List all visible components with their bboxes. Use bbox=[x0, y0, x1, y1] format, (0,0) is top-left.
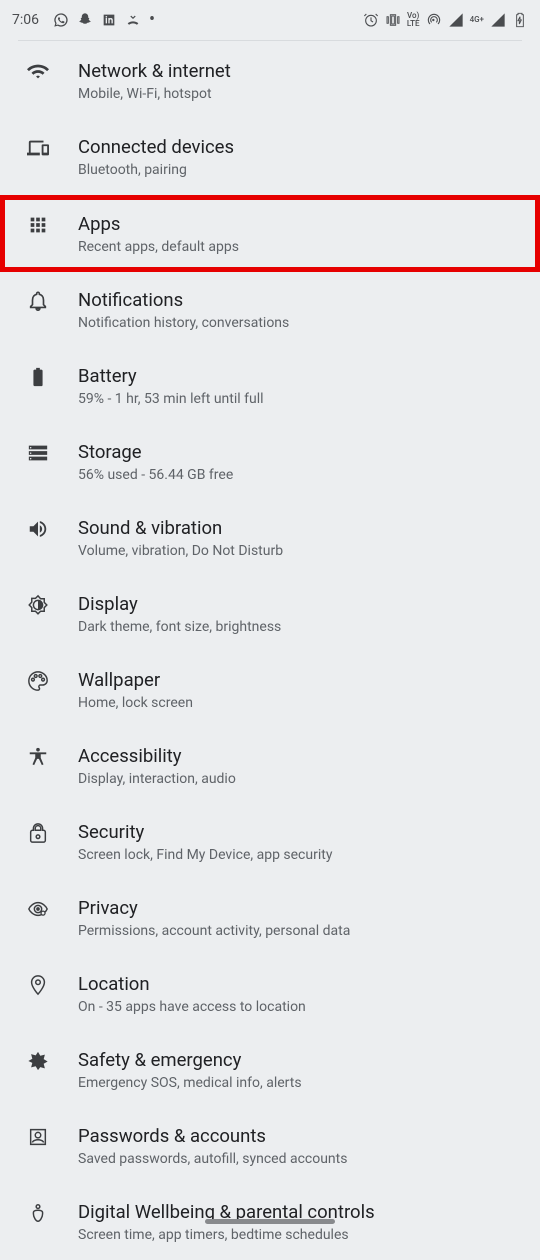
item-subtitle: Screen time, app timers, bedtime schedul… bbox=[78, 1226, 522, 1244]
item-subtitle: Screen lock, Find My Device, app securit… bbox=[78, 846, 522, 864]
settings-item-storage[interactable]: Storage 56% used - 56.44 GB free bbox=[0, 424, 540, 500]
accessibility-icon bbox=[18, 744, 58, 768]
settings-item-passwords-accounts[interactable]: Passwords & accounts Saved passwords, au… bbox=[0, 1108, 540, 1184]
wellbeing-icon bbox=[18, 1200, 58, 1224]
settings-item-location[interactable]: Location On - 35 apps have access to loc… bbox=[0, 956, 540, 1032]
item-subtitle: Emergency SOS, medical info, alerts bbox=[78, 1074, 522, 1092]
whatsapp-icon bbox=[53, 12, 69, 28]
item-subtitle: Home, lock screen bbox=[78, 694, 522, 712]
item-title: Network & internet bbox=[78, 59, 522, 83]
item-subtitle: Saved passwords, autofill, synced accoun… bbox=[78, 1150, 522, 1168]
palette-icon bbox=[18, 668, 58, 692]
item-title: Passwords & accounts bbox=[78, 1124, 522, 1148]
apps-grid-icon bbox=[18, 212, 58, 236]
account-box-icon bbox=[18, 1124, 58, 1148]
item-title: Safety & emergency bbox=[78, 1048, 522, 1072]
linkedin-icon bbox=[101, 12, 117, 28]
settings-item-sound-vibration[interactable]: Sound & vibration Volume, vibration, Do … bbox=[0, 500, 540, 576]
hotspot-icon bbox=[426, 12, 442, 28]
devices-icon bbox=[18, 135, 58, 159]
settings-item-apps[interactable]: Apps Recent apps, default apps bbox=[0, 195, 540, 272]
settings-item-privacy[interactable]: Privacy Permissions, account activity, p… bbox=[0, 880, 540, 956]
item-subtitle: Display, interaction, audio bbox=[78, 770, 522, 788]
item-title: Wallpaper bbox=[78, 668, 522, 692]
settings-item-wallpaper[interactable]: Wallpaper Home, lock screen bbox=[0, 652, 540, 728]
volume-icon bbox=[18, 516, 58, 540]
item-title: Location bbox=[78, 972, 522, 996]
signal-icon-1 bbox=[448, 12, 464, 28]
vibrate-icon bbox=[385, 12, 401, 28]
item-title: Accessibility bbox=[78, 744, 522, 768]
item-subtitle: 56% used - 56.44 GB free bbox=[78, 466, 522, 484]
volte-icon: Vo) LTE bbox=[407, 12, 420, 28]
item-title: Sound & vibration bbox=[78, 516, 522, 540]
settings-list: Network & internet Mobile, Wi-Fi, hotspo… bbox=[0, 41, 540, 1260]
item-subtitle: On - 35 apps have access to location bbox=[78, 998, 522, 1016]
more-notifications-dot: • bbox=[149, 15, 155, 25]
bell-icon bbox=[18, 288, 58, 312]
wifi-icon bbox=[18, 59, 58, 83]
missed-call-icon bbox=[125, 12, 141, 28]
settings-item-security[interactable]: Security Screen lock, Find My Device, ap… bbox=[0, 804, 540, 880]
settings-item-battery[interactable]: Battery 59% - 1 hr, 53 min left until fu… bbox=[0, 348, 540, 424]
alarm-icon bbox=[363, 12, 379, 28]
item-subtitle: Volume, vibration, Do Not Disturb bbox=[78, 542, 522, 560]
item-title: Apps bbox=[78, 212, 522, 236]
battery-icon bbox=[18, 364, 58, 388]
item-subtitle: Recent apps, default apps bbox=[78, 238, 522, 256]
navigation-handle[interactable] bbox=[205, 1219, 335, 1224]
item-subtitle: Notification history, conversations bbox=[78, 314, 522, 332]
item-title: Battery bbox=[78, 364, 522, 388]
item-subtitle: Mobile, Wi-Fi, hotspot bbox=[78, 85, 522, 103]
status-bar: 7:06 • Vo) LTE 4G+ bbox=[0, 0, 540, 40]
settings-item-display[interactable]: Display Dark theme, font size, brightnes… bbox=[0, 576, 540, 652]
settings-item-notifications[interactable]: Notifications Notification history, conv… bbox=[0, 272, 540, 348]
settings-item-network-internet[interactable]: Network & internet Mobile, Wi-Fi, hotspo… bbox=[0, 43, 540, 119]
settings-item-accessibility[interactable]: Accessibility Display, interaction, audi… bbox=[0, 728, 540, 804]
status-time: 7:06 bbox=[12, 12, 39, 28]
item-title: Storage bbox=[78, 440, 522, 464]
battery-charging-icon bbox=[512, 12, 528, 28]
settings-item-safety-emergency[interactable]: Safety & emergency Emergency SOS, medica… bbox=[0, 1032, 540, 1108]
emergency-icon bbox=[18, 1048, 58, 1072]
item-title: Privacy bbox=[78, 896, 522, 920]
item-title: Security bbox=[78, 820, 522, 844]
signal-icon-2 bbox=[490, 12, 506, 28]
item-title: Connected devices bbox=[78, 135, 522, 159]
snapchat-icon bbox=[77, 12, 93, 28]
brightness-icon bbox=[18, 592, 58, 616]
item-subtitle: 59% - 1 hr, 53 min left until full bbox=[78, 390, 522, 408]
item-title: Display bbox=[78, 592, 522, 616]
network-type: 4G+ bbox=[470, 16, 484, 24]
location-pin-icon bbox=[18, 972, 58, 996]
settings-item-connected-devices[interactable]: Connected devices Bluetooth, pairing bbox=[0, 119, 540, 195]
privacy-icon bbox=[18, 896, 58, 920]
item-title: Notifications bbox=[78, 288, 522, 312]
storage-icon bbox=[18, 440, 58, 464]
item-subtitle: Permissions, account activity, personal … bbox=[78, 922, 522, 940]
item-subtitle: Dark theme, font size, brightness bbox=[78, 618, 522, 636]
lock-icon bbox=[18, 820, 58, 844]
item-subtitle: Bluetooth, pairing bbox=[78, 161, 522, 179]
